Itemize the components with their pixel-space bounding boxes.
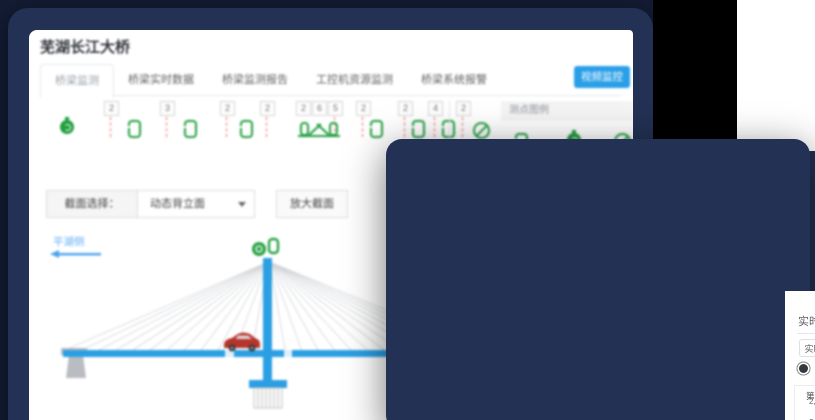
no-entry-sensor-icon[interactable] xyxy=(473,122,490,139)
alarm-dashed-line xyxy=(166,117,167,137)
sensor-count-badge: 3 xyxy=(160,101,175,116)
section-select-dropdown[interactable]: 动态背立面 xyxy=(137,190,255,218)
sensor-count-badge: 5 xyxy=(328,101,343,116)
tower-link-icon xyxy=(269,239,278,253)
alarm-dashed-line xyxy=(110,117,111,137)
dialog-title: 实时曲线 xyxy=(798,313,815,329)
link-sensor-icon[interactable] xyxy=(370,120,383,138)
sensor-count-badge: 2 xyxy=(220,101,235,116)
sensor-count-badge: 6 xyxy=(312,101,327,116)
screenshot-root: 芜湖长江大桥 视频监控 桥梁监测 桥梁实时数据 桥梁监测报告 工控机资源监测 桥… xyxy=(0,0,815,420)
bridge-pylon xyxy=(263,258,272,382)
tower-gauge-icon xyxy=(252,242,266,256)
vibration-chart: 第七跨跨中振动 05001,0001,5002,0002,500 2018-09… xyxy=(794,385,815,420)
pile-foundation xyxy=(254,388,282,408)
radio-last-two-months[interactable] xyxy=(799,364,808,373)
link-sensor-icon[interactable] xyxy=(240,120,253,138)
alarm-dashed-line xyxy=(266,117,267,137)
sensor-count-badge: 2 xyxy=(104,101,119,116)
sensor-count-badge: 2 xyxy=(356,101,371,116)
black-filler-region xyxy=(653,0,737,139)
alarm-dashed-line xyxy=(434,117,435,137)
section-select-value: 动态背立面 xyxy=(150,198,205,210)
sensor-count-badge: 2 xyxy=(398,101,413,116)
alarm-dashed-line xyxy=(404,117,405,137)
sensor-count-badge: 2 xyxy=(296,101,311,116)
tab-bridge-monitoring[interactable]: 桥梁监测 xyxy=(40,64,114,98)
dialog-window: 实时曲线 × 实时曲线图 监控回放 最近两个月 - 查询 第七跨跨中振动 第七跨… xyxy=(785,291,815,420)
section-select-label: 截面选择： xyxy=(46,190,138,218)
sensor-count-badge: 2 xyxy=(260,101,275,116)
sensor-count-badge: 2 xyxy=(456,101,471,116)
zoom-section-button[interactable]: 放大截面 xyxy=(276,190,348,218)
sensor-count-badge: 4 xyxy=(428,101,443,116)
legend-panel-header: 测点图例 xyxy=(501,101,633,121)
chevron-down-icon xyxy=(238,202,246,207)
tab-realtime-curve[interactable]: 实时曲线图 xyxy=(799,339,815,357)
bridge-sensor-icon[interactable] xyxy=(297,116,341,140)
dialog-header-divider xyxy=(797,333,815,334)
link-sensor-icon[interactable] xyxy=(184,120,197,138)
left-arrow-icon xyxy=(50,250,59,258)
alarm-dashed-line xyxy=(226,117,227,137)
alarm-dashed-line xyxy=(362,117,363,137)
alarm-dashed-line xyxy=(462,117,463,137)
link-sensor-icon[interactable] xyxy=(128,120,141,138)
gauge-sensor-icon[interactable] xyxy=(60,120,74,134)
y-tick-label: 2,500 xyxy=(795,397,815,406)
link-sensor-icon[interactable] xyxy=(412,120,425,138)
dialog-window-frame: 实时曲线 × 实时曲线图 监控回放 最近两个月 - 查询 第七跨跨中振动 第七跨… xyxy=(386,139,810,420)
pier-cap xyxy=(249,380,287,388)
